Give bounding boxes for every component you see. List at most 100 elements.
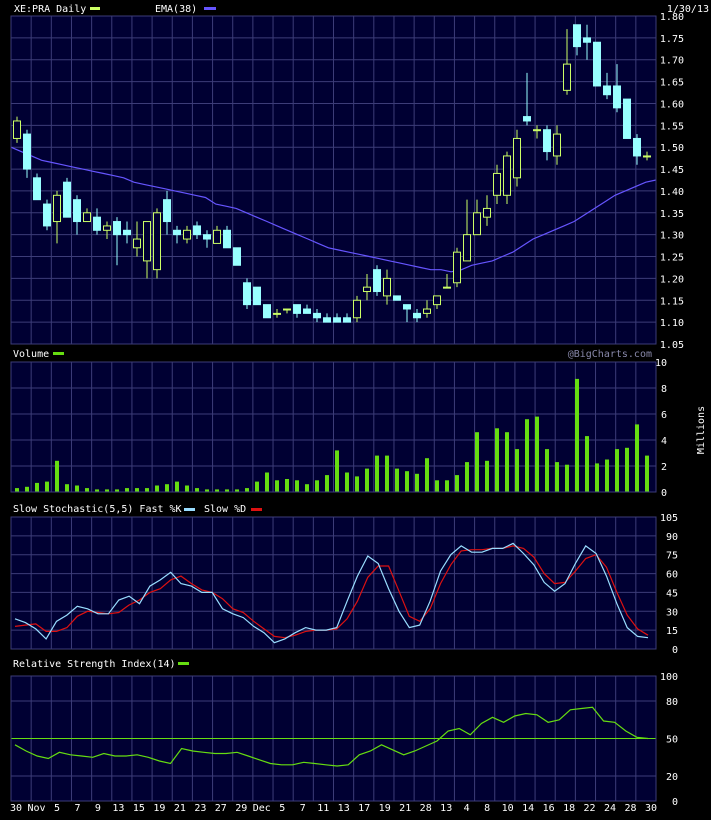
volume-bar <box>485 460 489 492</box>
y-tick-label: 45 <box>666 588 678 599</box>
y-tick-label: 1.10 <box>660 318 684 329</box>
ema-legend-swatch <box>204 7 216 10</box>
y-tick-label: 20 <box>666 772 678 783</box>
volume-bar <box>25 486 29 492</box>
y-tick-label: 1.50 <box>660 143 684 154</box>
volume-bar <box>395 468 399 492</box>
rsi-panel: 100 80 50 20 0 Relative Strength Index(14) <box>10 659 678 808</box>
volume-bar <box>15 488 19 492</box>
candle-body <box>333 317 341 323</box>
x-tick-label: 28 <box>420 803 432 814</box>
volume-bar <box>295 480 299 492</box>
y-tick-label: 1.35 <box>660 209 684 220</box>
y-tick-label: 1.65 <box>660 78 684 89</box>
x-tick-label: 27 <box>215 803 227 814</box>
x-tick-label: 30 <box>10 803 22 814</box>
volume-bar <box>495 428 499 492</box>
candle-body <box>543 129 551 153</box>
candle-body <box>453 251 461 284</box>
volume-bar <box>255 481 259 492</box>
y-tick-label: 8 <box>661 384 667 395</box>
candle-body <box>443 286 451 289</box>
candle-body <box>163 199 171 223</box>
y-tick-label: 1.20 <box>660 274 684 285</box>
volume-bar <box>585 436 589 492</box>
x-tick-label: 29 <box>235 803 247 814</box>
volume-bar <box>185 485 189 492</box>
volume-bar <box>375 455 379 492</box>
candle-body <box>273 312 281 315</box>
candle-body <box>123 229 131 236</box>
candle-body <box>393 295 401 301</box>
y-tick-label: 4 <box>661 436 667 447</box>
volume-bar <box>315 480 319 492</box>
candle-body <box>253 286 261 306</box>
x-tick-label: 4 <box>464 803 470 814</box>
candle-body <box>43 203 51 227</box>
y-tick-label: 75 <box>666 551 678 562</box>
y-tick-label: 105 <box>660 513 678 524</box>
x-tick-label: 13 <box>338 803 350 814</box>
volume-bar <box>635 424 639 492</box>
volume-bar <box>605 459 609 492</box>
y-tick-label: 1.05 <box>660 340 684 351</box>
symbol-legend-swatch <box>90 7 100 10</box>
candle-body <box>503 155 511 196</box>
volume-bar <box>465 462 469 492</box>
candle-body <box>13 120 21 139</box>
symbol-label: XE:PRA Daily <box>14 4 86 15</box>
volume-bar <box>355 476 359 492</box>
candle-body <box>433 295 441 306</box>
x-tick-label: 13 <box>112 803 124 814</box>
stochastic-title: Slow Stochastic(5,5) Fast %K <box>13 504 182 515</box>
y-tick-label: 1.60 <box>660 99 684 110</box>
volume-bar <box>595 463 599 492</box>
y-tick-label: 1.55 <box>660 121 684 132</box>
candle-body <box>623 98 631 139</box>
ema-label: EMA(38) <box>155 4 197 15</box>
candle-body <box>263 304 271 319</box>
candle-body <box>353 299 361 319</box>
x-tick-label: 5 <box>54 803 60 814</box>
watermark: @BigCharts.com <box>568 349 652 360</box>
candle-body <box>303 308 311 314</box>
slow-d-label: Slow %D <box>204 504 246 515</box>
y-tick-label: 1.75 <box>660 34 684 45</box>
x-tick-label: 21 <box>174 803 186 814</box>
volume-bar <box>45 481 49 492</box>
candle-body <box>383 277 391 297</box>
candle-body <box>193 225 201 236</box>
candle-body <box>553 133 561 157</box>
x-tick-label: 14 <box>522 803 534 814</box>
candle-body <box>473 212 481 236</box>
candle-body <box>323 317 331 323</box>
candle-body <box>223 229 231 249</box>
x-axis-labels: 30 Nov 5 7 9 13 15 19 21 23 27 29 Dec 5 7 11 13 17 19 21 28 1… <box>10 803 657 814</box>
candle-body <box>573 24 581 48</box>
candle-body <box>213 229 221 244</box>
y-tick-label: 30 <box>666 607 678 618</box>
volume-bar <box>535 416 539 492</box>
candle-body <box>23 133 31 170</box>
candle-body <box>523 116 531 122</box>
y-tick-label: 0 <box>672 645 678 656</box>
volume-bar <box>415 473 419 492</box>
x-tick-label: 7 <box>300 803 306 814</box>
x-tick-label: 30 <box>645 803 657 814</box>
x-tick-label: 15 <box>133 803 145 814</box>
volume-bar <box>405 471 409 492</box>
candle-body <box>423 308 431 314</box>
candle-body <box>53 194 61 223</box>
volume-bar <box>55 460 59 492</box>
candle-body <box>93 216 101 231</box>
candle-body <box>593 41 601 87</box>
y-tick-label: 10 <box>655 358 667 369</box>
candle-body <box>203 234 211 240</box>
volume-bar <box>335 450 339 492</box>
x-tick-label: 19 <box>379 803 391 814</box>
volume-bar <box>125 488 129 492</box>
volume-bar <box>555 462 559 492</box>
price-panel: 1.801.751.701.651.601.551.501.451.401.35… <box>10 4 709 351</box>
x-tick-label: 16 <box>543 803 555 814</box>
x-tick-label: 19 <box>153 803 165 814</box>
